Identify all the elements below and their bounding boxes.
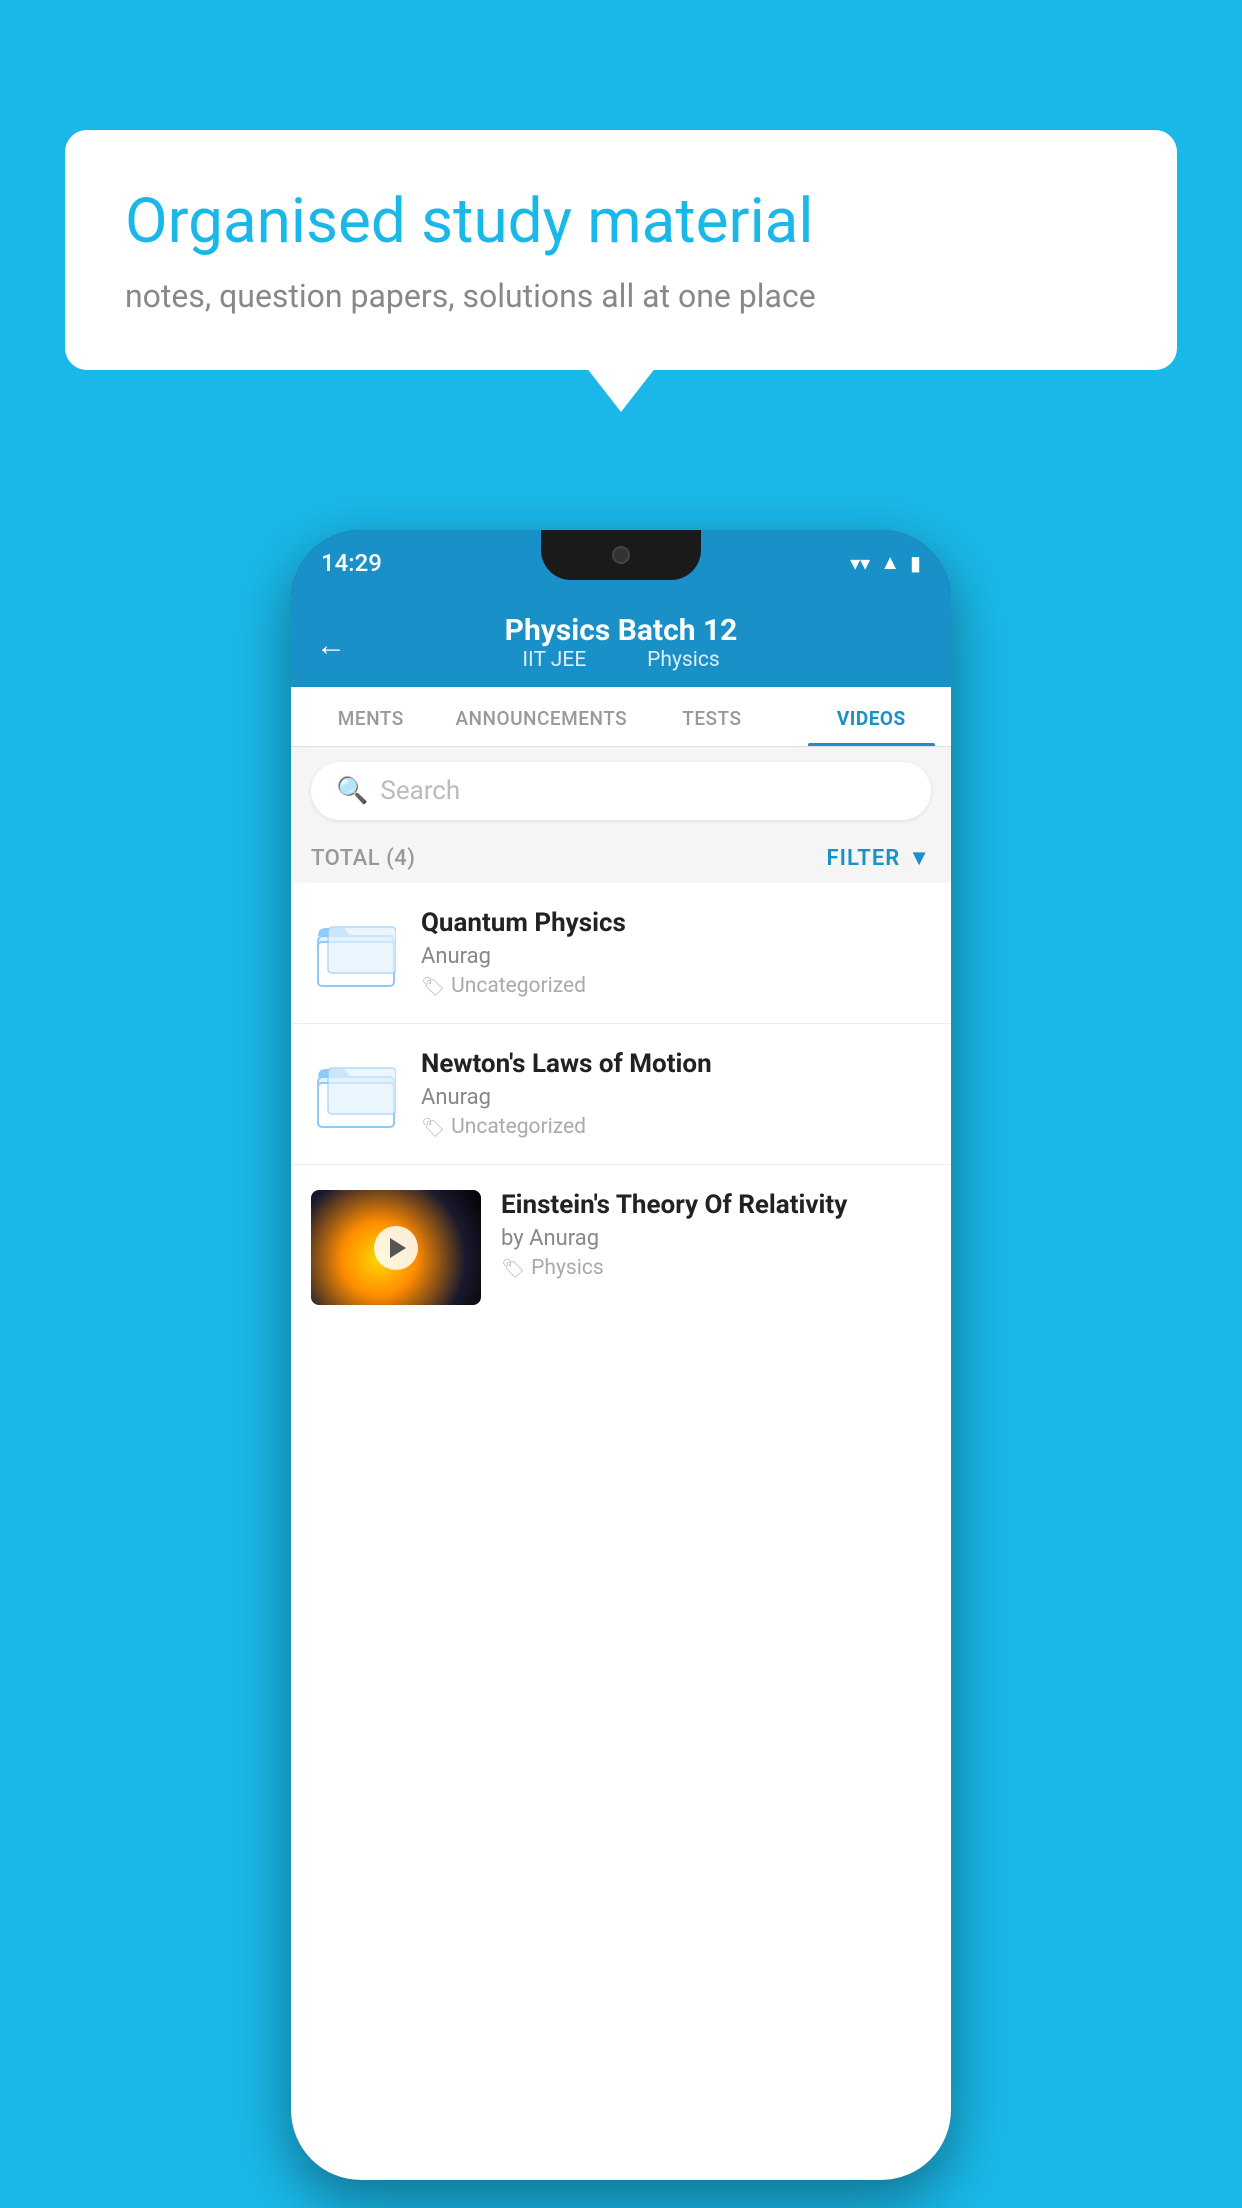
back-button[interactable]: ← [316, 628, 346, 663]
video-info-2: Newton's Laws of Motion Anurag 🏷 Uncateg… [421, 1049, 931, 1139]
batch-title: Physics Batch 12 [505, 613, 738, 648]
video-author-3: by Anurag [501, 1226, 931, 1251]
search-icon: 🔍 [336, 776, 368, 806]
total-count: TOTAL (4) [311, 846, 415, 871]
status-time: 14:29 [321, 549, 382, 577]
video-tag-2: 🏷 Uncategorized [421, 1115, 931, 1139]
video-tag-1: 🏷 Uncategorized [421, 974, 931, 998]
bubble-subtitle: notes, question papers, solutions all at… [125, 277, 1117, 315]
play-button[interactable] [374, 1226, 418, 1270]
tab-videos[interactable]: VIDEOS [792, 687, 951, 746]
phone-frame: 14:29 ▾▾ ▲ ▮ ← Physics Batch 12 IIT JEE … [291, 530, 951, 2180]
folder-thumb-1 [311, 908, 401, 998]
video-title-2: Newton's Laws of Motion [421, 1049, 931, 1079]
video-thumbnail-3 [311, 1190, 481, 1305]
folder-icon [316, 913, 396, 993]
tag-iit: IIT JEE [522, 648, 586, 672]
status-bar: 14:29 ▾▾ ▲ ▮ [291, 530, 951, 595]
tag-icon-3: 🏷 [501, 1257, 525, 1280]
header-title-group: Physics Batch 12 IIT JEE Physics [505, 613, 738, 677]
bubble-title: Organised study material [125, 185, 1117, 259]
tag-icon-1: 🏷 [421, 975, 445, 998]
folder-thumb-2 [311, 1049, 401, 1139]
list-item[interactable]: Newton's Laws of Motion Anurag 🏷 Uncateg… [291, 1024, 951, 1165]
speech-bubble-section: Organised study material notes, question… [65, 130, 1177, 370]
search-bar[interactable]: 🔍 Search [311, 762, 931, 820]
tag-label-2: Uncategorized [451, 1115, 586, 1139]
tab-ments[interactable]: MENTS [291, 687, 450, 746]
speech-bubble: Organised study material notes, question… [65, 130, 1177, 370]
search-input[interactable]: Search [380, 776, 460, 806]
video-info-1: Quantum Physics Anurag 🏷 Uncategorized [421, 908, 931, 998]
signal-icon: ▲ [880, 550, 900, 575]
wifi-icon: ▾▾ [850, 551, 870, 575]
tag-icon-2: 🏷 [421, 1116, 445, 1139]
tag-separator [611, 648, 621, 672]
list-item[interactable]: Quantum Physics Anurag 🏷 Uncategorized [291, 883, 951, 1024]
video-info-3: Einstein's Theory Of Relativity by Anura… [501, 1190, 931, 1280]
video-title-1: Quantum Physics [421, 908, 931, 938]
filter-button[interactable]: FILTER ▼ [827, 845, 931, 871]
folder-icon-2 [316, 1054, 396, 1134]
phone-screen: ← Physics Batch 12 IIT JEE Physics MENTS… [291, 595, 951, 2180]
filter-label: FILTER [827, 846, 901, 871]
header-top: ← Physics Batch 12 IIT JEE Physics [316, 613, 926, 687]
search-section: 🔍 Search [291, 747, 951, 835]
tag-label-3: Physics [531, 1256, 604, 1280]
video-title-3: Einstein's Theory Of Relativity [501, 1190, 931, 1220]
app-header: ← Physics Batch 12 IIT JEE Physics [291, 595, 951, 687]
list-item[interactable]: Einstein's Theory Of Relativity by Anura… [291, 1165, 951, 1330]
play-icon [390, 1238, 406, 1258]
battery-icon: ▮ [910, 551, 921, 575]
camera [612, 546, 630, 564]
video-tag-3: 🏷 Physics [501, 1256, 931, 1280]
filter-icon: ▼ [908, 845, 931, 871]
tab-tests[interactable]: TESTS [632, 687, 791, 746]
tag-physics: Physics [647, 648, 720, 672]
video-list: Quantum Physics Anurag 🏷 Uncategorized [291, 883, 951, 1330]
tab-announcements[interactable]: ANNOUNCEMENTS [450, 687, 632, 746]
batch-subtitle: IIT JEE Physics [505, 648, 738, 672]
status-icons: ▾▾ ▲ ▮ [850, 550, 921, 575]
notch [541, 530, 701, 580]
tabs-bar: MENTS ANNOUNCEMENTS TESTS VIDEOS [291, 687, 951, 747]
tag-label-1: Uncategorized [451, 974, 586, 998]
video-author-2: Anurag [421, 1085, 931, 1110]
filter-row: TOTAL (4) FILTER ▼ [291, 835, 951, 883]
video-author-1: Anurag [421, 944, 931, 969]
